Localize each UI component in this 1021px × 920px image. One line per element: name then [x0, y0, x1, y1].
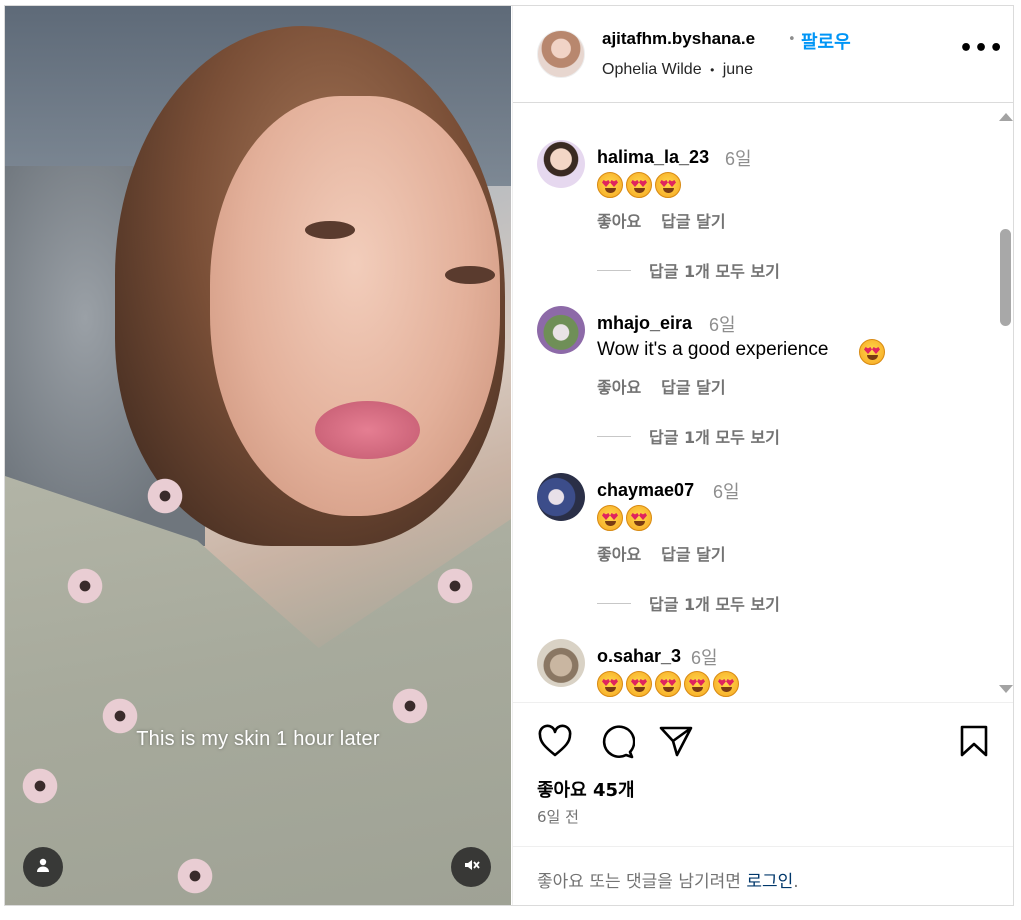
audio-separator: •: [710, 63, 715, 77]
view-replies-label: 답글 1개 모두 보기: [649, 262, 780, 281]
separator-dot: •: [788, 32, 796, 47]
heart-eyes-emoji-icon: [655, 671, 681, 697]
login-prompt: 좋아요 또는 댓글을 남기려면 로그인.: [537, 867, 799, 892]
post-action-bar: [513, 704, 1013, 778]
comment-username[interactable]: halima_la_23: [597, 147, 709, 168]
view-replies-label: 답글 1개 모두 보기: [649, 428, 780, 447]
heart-eyes-emoji-icon: [626, 505, 652, 531]
post-dialog: This is my skin 1 hour later ajitafhm.by…: [4, 5, 1014, 906]
login-link[interactable]: 로그인: [746, 872, 793, 892]
comment-actions: 좋아요 답글 달기: [597, 374, 726, 398]
share-paper-plane-icon[interactable]: [658, 724, 694, 762]
heart-eyes-emoji-icon: [713, 671, 739, 697]
muted-speaker-icon: [462, 856, 480, 878]
audio-artist: Ophelia Wilde: [602, 61, 702, 78]
login-prompt-row: 좋아요 또는 댓글을 남기려면 로그인.: [513, 846, 1013, 905]
heart-eyes-emoji-icon: [597, 505, 623, 531]
view-replies-button[interactable]: 답글 1개 모두 보기: [597, 424, 780, 448]
post-date[interactable]: 6일 전: [537, 806, 579, 827]
heart-eyes-emoji-icon: [859, 339, 885, 365]
comments-scrollbar[interactable]: [996, 103, 1013, 703]
heart-icon[interactable]: [537, 724, 573, 762]
view-replies-button[interactable]: 답글 1개 모두 보기: [597, 258, 780, 282]
comment-actions: 좋아요 답글 달기: [597, 208, 726, 232]
comment-username[interactable]: mhajo_eira: [597, 313, 692, 334]
comment-reply-button[interactable]: 답글 달기: [661, 374, 725, 398]
scroll-up-arrow-icon[interactable]: [999, 113, 1013, 121]
post-header: ajitafhm.byshana.e • 팔로우 Ophelia Wilde •…: [513, 6, 1013, 103]
heart-eyes-emoji-icon: [626, 172, 652, 198]
post-video[interactable]: This is my skin 1 hour later: [5, 6, 511, 905]
comment-username[interactable]: chaymae07: [597, 480, 694, 501]
comment-like-button[interactable]: 좋아요: [597, 541, 641, 565]
scroll-thumb[interactable]: [1000, 229, 1011, 326]
scroll-down-arrow-icon[interactable]: [999, 685, 1013, 693]
heart-eyes-emoji-icon: [597, 172, 623, 198]
likes-count[interactable]: 좋아요 45개: [537, 776, 635, 802]
comment-emoji-text: [597, 505, 652, 531]
post-details-panel: ajitafhm.byshana.e • 팔로우 Ophelia Wilde •…: [512, 6, 1013, 905]
more-options-icon[interactable]: •••: [959, 36, 1004, 61]
audio-track: june: [722, 61, 753, 78]
comments-list[interactable]: halima_la_23 6일 좋아요 답글 달기 답글 1개 모두 보기 mh…: [513, 103, 1013, 703]
comment-time[interactable]: 6일: [725, 145, 752, 171]
comment-emoji-text: [597, 172, 681, 198]
bookmark-icon[interactable]: [959, 724, 989, 762]
follow-button[interactable]: 팔로우: [801, 28, 851, 54]
heart-eyes-emoji-icon: [597, 671, 623, 697]
comment-emoji-text: [597, 671, 739, 697]
comment-reply-button[interactable]: 답글 달기: [661, 541, 725, 565]
login-suffix: .: [793, 872, 799, 892]
comment-icon[interactable]: [599, 724, 636, 764]
heart-eyes-emoji-icon: [655, 172, 681, 198]
comment-like-button[interactable]: 좋아요: [597, 374, 641, 398]
commenter-avatar[interactable]: [537, 140, 585, 188]
comment-username[interactable]: o.sahar_3: [597, 646, 681, 667]
comment-reply-button[interactable]: 답글 달기: [661, 208, 725, 232]
comment-time[interactable]: 6일: [713, 478, 740, 504]
commenter-avatar[interactable]: [537, 306, 585, 354]
comment-text: Wow it's a good experience: [597, 339, 829, 360]
heart-eyes-emoji-icon: [626, 671, 652, 697]
audio-info[interactable]: Ophelia Wilde • june: [602, 61, 753, 79]
comment-actions: 좋아요 답글 달기: [597, 541, 726, 565]
comment-like-button[interactable]: 좋아요: [597, 208, 641, 232]
tagged-users-button[interactable]: [23, 847, 63, 887]
user-icon: [35, 857, 51, 877]
owner-username[interactable]: ajitafhm.byshana.e: [602, 29, 755, 49]
comment-time[interactable]: 6일: [691, 644, 718, 670]
owner-avatar[interactable]: [537, 30, 585, 78]
heart-eyes-emoji-icon: [684, 671, 710, 697]
commenter-avatar[interactable]: [537, 639, 585, 687]
mute-button[interactable]: [451, 847, 491, 887]
comment-time[interactable]: 6일: [709, 311, 736, 337]
video-caption: This is my skin 1 hour later: [136, 728, 380, 750]
view-replies-label: 답글 1개 모두 보기: [649, 595, 780, 614]
commenter-avatar[interactable]: [537, 473, 585, 521]
view-replies-button[interactable]: 답글 1개 모두 보기: [597, 591, 780, 615]
login-prompt-text: 좋아요 또는 댓글을 남기려면: [537, 872, 741, 892]
